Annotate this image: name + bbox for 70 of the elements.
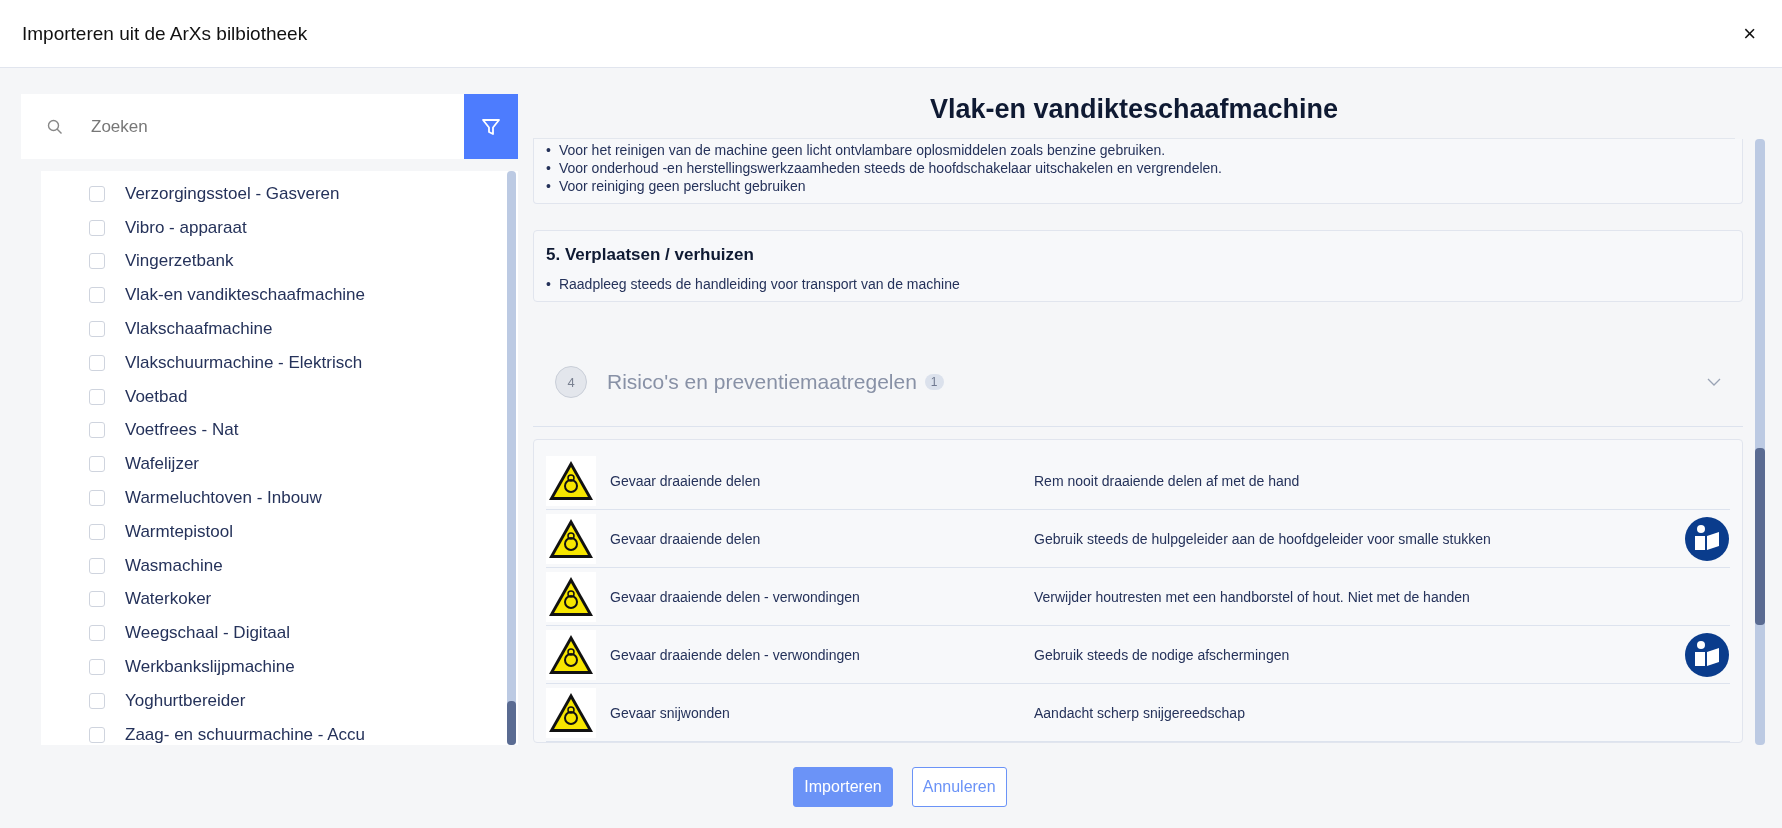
list-item[interactable]: Vlakschuurmachine - Elektrisch — [125, 352, 363, 373]
risk-text: Gevaar draaiende delen — [609, 530, 762, 547]
warning-sign-icon — [546, 455, 596, 506]
chevron-icon[interactable] — [1707, 378, 1721, 386]
checkbox[interactable] — [89, 557, 105, 574]
risk-text: Gevaar draaiende delen — [609, 472, 762, 489]
card-heading: 5. Verplaatsen / verhuizen — [546, 245, 755, 265]
checkbox[interactable] — [89, 388, 105, 405]
scrollbar-thumb[interactable] — [1755, 448, 1765, 625]
warning-sign-icon — [546, 571, 596, 622]
filter-icon — [481, 116, 501, 137]
list-item[interactable]: Werkbankslijpmachine — [125, 657, 295, 678]
bullet-marker: • — [546, 141, 551, 159]
checkbox[interactable] — [89, 354, 105, 371]
checkbox[interactable] — [89, 219, 105, 236]
instruction-text: Raadpleeg steeds de handleiding voor transport van de machine — [558, 275, 960, 293]
list-item[interactable]: Waterkoker — [125, 589, 212, 610]
risk-text: Gevaar draaiende delen - verwondingen — [609, 588, 861, 605]
checkbox[interactable] — [89, 692, 105, 709]
list-item[interactable]: Warmtepistool — [125, 521, 233, 542]
list-item[interactable]: Vlak-en vandikteschaafmachine — [125, 285, 366, 306]
list-item[interactable]: Vlakschaafmachine — [125, 319, 273, 340]
filter-button[interactable] — [464, 94, 518, 159]
bullet-marker: • — [546, 159, 551, 177]
instruction-text: Voor reiniging geen perslucht gebruiken — [558, 177, 806, 195]
checkbox[interactable] — [89, 523, 105, 540]
list-item[interactable]: Yoghurtbereider — [125, 690, 246, 711]
bullet-marker: • — [546, 177, 551, 195]
mandatory-sign-icon — [1684, 515, 1730, 562]
checkbox[interactable] — [89, 726, 105, 743]
list-item[interactable]: Verzorgingsstoel - Gasveren — [125, 183, 340, 204]
list-item[interactable]: Voetbad — [125, 386, 188, 407]
list-item[interactable]: Zaag- en schuurmachine - Accu — [125, 724, 365, 745]
list-item[interactable]: Warmeluchtoven - Inbouw — [125, 488, 322, 509]
checkbox[interactable] — [89, 287, 105, 304]
list-item[interactable]: Weegschaal - Digitaal — [125, 623, 291, 644]
mandatory-sign-icon — [1684, 631, 1730, 678]
checkbox[interactable] — [89, 185, 105, 202]
measure-text: Verwijder houtresten met een handborstel of hout. Niet met de handen — [1034, 588, 1471, 605]
list-item[interactable]: Voetfrees - Nat — [125, 420, 239, 441]
measure-text: Rem nooit draaiende delen af met de hand — [1034, 472, 1301, 489]
risk-text: Gevaar snijwonden — [609, 704, 731, 721]
measure-text: Aandacht scherp snijgereedschap — [1034, 704, 1246, 721]
risk-text: Gevaar draaiende delen - verwondingen — [609, 646, 861, 663]
measure-text: Gebruik steeds de nodige afschermingen — [1034, 646, 1291, 663]
list-item[interactable]: Vingerzetbank — [125, 251, 234, 272]
checkbox[interactable] — [89, 321, 105, 338]
search-icon — [47, 118, 63, 135]
checkbox[interactable] — [89, 253, 105, 270]
list-item[interactable]: Wafelijzer — [125, 454, 199, 475]
warning-sign-icon — [546, 513, 596, 564]
scrollbar-thumb[interactable] — [507, 701, 516, 745]
count-badge: 1 — [924, 374, 944, 390]
list-item[interactable]: Vibro - apparaat — [125, 217, 247, 238]
close-button[interactable]: × — [1739, 20, 1760, 47]
warning-sign-icon — [546, 629, 596, 680]
checkbox[interactable] — [89, 456, 105, 473]
checkbox[interactable] — [89, 591, 105, 608]
checkbox[interactable] — [89, 490, 105, 507]
measure-text: Gebruik steeds de hulpgeleider aan de hoofdgeleider voor smalle stukken — [1034, 530, 1492, 547]
instruction-text: Voor het reinigen van de machine geen licht ontvlambare oplosmiddelen zoals benzine gebruiken. — [558, 141, 1166, 159]
checkbox[interactable] — [89, 659, 105, 676]
checkbox[interactable] — [89, 625, 105, 642]
warning-sign-icon — [546, 687, 596, 738]
checkbox[interactable] — [89, 422, 105, 439]
bullet-marker: • — [546, 275, 551, 293]
step-number: 4 — [555, 366, 587, 398]
instruction-text: Voor onderhoud -en herstellingswerkzaamheden steeds de hoofdschakelaar uitschakelen en vergrendelen. — [558, 159, 1222, 177]
dialog-title: Importeren uit de ArXs bilbiotheek — [22, 22, 308, 45]
list-item[interactable]: Wasmachine — [125, 555, 223, 576]
